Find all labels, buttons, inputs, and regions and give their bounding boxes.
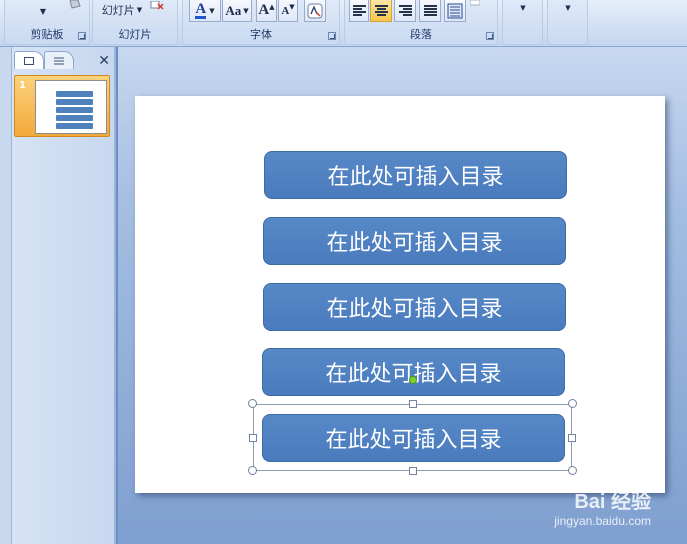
paste-dropdown-arrow[interactable]: ▼	[33, 3, 53, 19]
slides-tab[interactable]	[14, 51, 44, 69]
font-color-icon: A	[195, 1, 207, 19]
slide-thumbnail-1[interactable]: 1	[14, 75, 110, 137]
slides-group-label: 幻灯片	[118, 28, 152, 41]
font-group-label: 字体	[250, 28, 272, 41]
change-case-icon: Aa	[225, 2, 242, 18]
columns-button[interactable]	[444, 0, 466, 22]
resize-handle-bottom-right[interactable]	[568, 466, 577, 475]
align-left-button[interactable]	[349, 0, 369, 22]
outline-tab[interactable]	[44, 51, 74, 69]
shrink-font-icon: A	[281, 4, 290, 17]
watermark-logo: Bai 经验	[574, 491, 651, 513]
thumbnail-toc-bar	[56, 115, 93, 121]
resize-handle-bottom[interactable]	[409, 467, 417, 475]
toc-item-1[interactable]: 在此处可插入目录	[264, 151, 567, 199]
shrink-font-button[interactable]: A ▼	[278, 0, 298, 22]
resize-handle-left[interactable]	[249, 434, 257, 442]
align-right-button[interactable]	[394, 0, 416, 22]
paragraph-dialog-launcher[interactable]	[486, 32, 494, 40]
chevron-down-icon: ▼	[243, 6, 249, 15]
clipboard-group: ▼ 剪贴板	[4, 0, 90, 45]
thumbnail-toc-bar	[56, 91, 93, 97]
pane-tabs: ✕	[12, 49, 116, 71]
clear-formatting-button[interactable]	[304, 0, 326, 22]
columns-icon	[447, 3, 463, 18]
close-icon[interactable]: ✕	[98, 53, 110, 69]
clipboard-group-label: 剪贴板	[30, 28, 64, 41]
paragraph-group: 段落	[344, 0, 498, 45]
thumbnail-toc-bar	[56, 123, 93, 129]
thumbnail-toc-bar	[56, 107, 93, 113]
slides-button[interactable]: 幻灯片 ▼	[95, 0, 149, 20]
font-dialog-launcher[interactable]	[328, 32, 336, 40]
chevron-down-icon: ▼	[209, 6, 215, 15]
watermark-url: jingyan.baidu.com	[554, 514, 651, 528]
thumbnail-toc-bar	[56, 99, 93, 105]
chevron-down-icon[interactable]: ▼	[517, 3, 529, 13]
resize-handle-bottom-left[interactable]	[248, 466, 257, 475]
rotation-handle[interactable]	[409, 376, 417, 384]
drawing-group: ▼	[502, 0, 543, 45]
up-arrow-icon: ▲	[269, 3, 275, 11]
clipboard-dialog-launcher[interactable]	[78, 32, 86, 40]
grow-font-icon: A	[258, 2, 270, 18]
toc-item-3[interactable]: 在此处可插入目录	[263, 283, 566, 331]
left-edge-strip	[0, 47, 12, 544]
change-case-button[interactable]: Aa ▼	[222, 0, 252, 22]
slide-thumbnail-preview	[35, 80, 107, 134]
align-right-icon	[398, 4, 412, 17]
resize-handle-right[interactable]	[568, 434, 576, 442]
align-center-icon	[374, 4, 388, 17]
resize-handle-top-left[interactable]	[248, 399, 257, 408]
slides-group: 幻灯片 ▼ 幻灯片	[92, 0, 178, 45]
grow-font-button[interactable]: A ▲	[256, 0, 277, 22]
chevron-down-icon: ▼	[136, 6, 143, 14]
resize-handle-top[interactable]	[409, 400, 417, 408]
align-center-button[interactable]	[370, 0, 392, 22]
slide-number: 1	[19, 80, 26, 91]
chevron-down-icon[interactable]: ▼	[562, 3, 574, 13]
clear-formatting-icon	[307, 3, 323, 18]
delete-slide-icon[interactable]	[149, 0, 165, 12]
slide-thumbnail-icon	[24, 56, 34, 65]
align-left-icon	[352, 4, 366, 17]
font-color-button[interactable]: A ▼	[189, 0, 221, 22]
toc-item-4[interactable]: 在此处可插入目录	[262, 348, 565, 396]
font-group: A ▼ Aa ▼ A ▲ A ▼ 字体	[182, 0, 340, 45]
resize-handle-top-right[interactable]	[568, 399, 577, 408]
editing-group: ▼	[547, 0, 588, 45]
slides-button-label: 幻灯片	[101, 4, 135, 17]
selection-frame	[253, 404, 572, 471]
line-spacing-icon[interactable]	[469, 0, 481, 6]
ribbon: ▼ 剪贴板 幻灯片 ▼ 幻灯片 A ▼ Aa ▼ A ▲ A ▼ 字体 段落 ▼…	[0, 0, 687, 47]
watermark: Bai 经验 jingyan.baidu.com	[554, 485, 651, 528]
format-painter-icon[interactable]	[67, 0, 83, 10]
toc-item-2[interactable]: 在此处可插入目录	[263, 217, 566, 265]
slides-pane: ✕ 1	[12, 47, 116, 544]
outline-icon	[54, 57, 64, 64]
justify-button[interactable]	[419, 0, 441, 22]
paragraph-group-label: 段落	[410, 28, 432, 41]
down-arrow-icon: ▼	[289, 3, 295, 11]
justify-icon	[423, 4, 437, 17]
